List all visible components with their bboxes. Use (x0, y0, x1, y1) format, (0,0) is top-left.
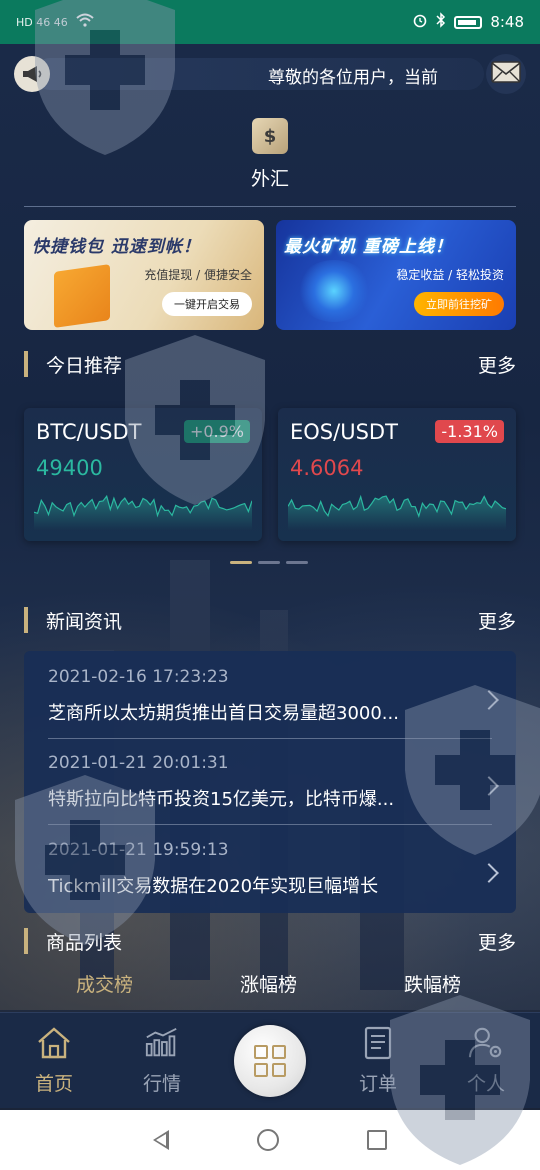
last-price: 4.6064 (290, 456, 364, 480)
wifi-icon (76, 13, 94, 31)
carousel-dot[interactable] (286, 561, 308, 564)
grid-icon (254, 1045, 286, 1077)
chevron-right-icon (479, 776, 499, 796)
home-circle-icon[interactable] (257, 1129, 279, 1151)
recommend-more-link[interactable]: 更多 (478, 351, 516, 378)
section-accent-bar (24, 607, 28, 633)
nav-order[interactable]: 订单 (338, 1025, 418, 1096)
market-icon (144, 1025, 180, 1061)
center-menu-button[interactable] (234, 1025, 306, 1097)
carousel-dot[interactable] (230, 561, 252, 564)
sparkline (288, 494, 506, 530)
news-item[interactable]: 2021-02-16 17:23:23 芝商所以太坊期货推出首日交易量超3000… (48, 653, 499, 739)
alarm-icon (412, 12, 428, 32)
notice-bar[interactable]: 尊敬的各位用户，当前 (14, 54, 526, 94)
chevron-right-icon (479, 863, 499, 883)
divider (24, 206, 516, 207)
banner-title: 最火矿机 重磅上线！ (284, 237, 453, 257)
news-time: 2021-02-16 17:23:23 (48, 667, 229, 687)
go-mining-button[interactable]: 立即前往挖矿 (414, 292, 504, 316)
wallet-banner[interactable]: 快捷钱包 迅速到帐！ 充值提现 / 便捷安全 一键开启交易 (24, 220, 264, 330)
chevron-right-icon (479, 690, 499, 710)
gold-cube-illustration (54, 264, 110, 328)
start-trading-button[interactable]: 一键开启交易 (162, 292, 252, 316)
mining-banner[interactable]: 最火矿机 重磅上线！ 稳定收益 / 轻松投资 立即前往挖矿 (276, 220, 516, 330)
recommend-header: 今日推荐 更多 (24, 349, 516, 379)
products-more-link[interactable]: 更多 (478, 928, 516, 955)
carousel-indicator[interactable] (230, 561, 308, 564)
section-accent-bar (24, 351, 28, 377)
currency-exchange-icon: $ (252, 118, 288, 154)
news-headline: 芝商所以太坊期货推出首日交易量超3000... (48, 703, 399, 724)
tab-losers[interactable]: 跌幅榜 (404, 970, 461, 997)
news-item[interactable]: 2021-01-21 19:59:13 Tickmill交易数据在2020年实现… (48, 826, 499, 912)
mining-illustration (296, 260, 372, 322)
carousel-dot[interactable] (258, 561, 280, 564)
mail-button[interactable] (486, 54, 526, 94)
order-icon (360, 1025, 396, 1061)
notice-text: 尊敬的各位用户，当前 (268, 68, 438, 88)
market-card-eos[interactable]: EOS/USDT -1.31% 4.6064 (278, 408, 516, 541)
bottom-navigation: 首页 行情 订单 个人 (0, 1012, 540, 1108)
news-headline: 特斯拉向比特币投资15亿美元，比特币爆... (48, 789, 395, 810)
pair-name: EOS/USDT (290, 420, 398, 444)
news-item[interactable]: 2021-01-21 20:01:31 特斯拉向比特币投资15亿美元，比特币爆.… (48, 739, 499, 825)
recommend-title: 今日推荐 (46, 354, 123, 377)
battery-icon (454, 15, 483, 29)
section-accent-bar (24, 928, 28, 954)
section-title: 商品列表 (24, 928, 122, 955)
news-title: 新闻资讯 (46, 610, 123, 633)
tab-gainers[interactable]: 涨幅榜 (240, 970, 297, 997)
home-icon (36, 1025, 72, 1061)
change-badge: +0.9% (183, 420, 250, 443)
forex-shortcut[interactable]: $ 外汇 (0, 118, 540, 191)
nav-home[interactable]: 首页 (14, 1025, 94, 1096)
section-title: 新闻资讯 (24, 607, 122, 634)
nav-market[interactable]: 行情 (122, 1025, 202, 1096)
news-more-link[interactable]: 更多 (478, 607, 516, 634)
banner-title: 快捷钱包 迅速到帐！ (32, 237, 201, 257)
nav-profile[interactable]: 个人 (446, 1025, 526, 1096)
section-title: 今日推荐 (24, 351, 122, 378)
network-indicators: HD 46 46 (16, 15, 68, 29)
last-price: 49400 (36, 456, 103, 480)
pair-name: BTC/USDT (36, 420, 142, 444)
products-header: 商品列表 更多 (24, 926, 516, 956)
forex-label: 外汇 (250, 168, 289, 190)
products-title: 商品列表 (46, 931, 123, 954)
news-header: 新闻资讯 更多 (24, 605, 516, 635)
bluetooth-icon (436, 12, 446, 32)
banner-subtitle: 充值提现 / 便捷安全 (144, 268, 252, 282)
banner-subtitle: 稳定收益 / 轻松投资 (396, 268, 504, 282)
nav-label: 首页 (34, 1073, 73, 1095)
nav-label: 订单 (358, 1073, 397, 1095)
clock-time: 8:48 (490, 13, 524, 31)
news-headline: Tickmill交易数据在2020年实现巨幅增长 (48, 876, 379, 897)
tab-volume[interactable]: 成交榜 (76, 970, 133, 997)
news-time: 2021-01-21 19:59:13 (48, 840, 229, 860)
nav-label: 个人 (466, 1073, 505, 1095)
change-badge: -1.31% (435, 420, 504, 443)
megaphone-icon (14, 56, 50, 92)
recent-apps-icon[interactable] (367, 1130, 387, 1150)
news-list: 2021-02-16 17:23:23 芝商所以太坊期货推出首日交易量超3000… (24, 651, 516, 913)
news-time: 2021-01-21 20:01:31 (48, 753, 229, 773)
product-ranking-tabs: 成交榜 涨幅榜 跌幅榜 (24, 970, 516, 1002)
user-settings-icon (468, 1025, 504, 1061)
divider (48, 824, 492, 825)
back-icon[interactable] (153, 1130, 169, 1150)
market-card-btc[interactable]: BTC/USDT +0.9% 49400 (24, 408, 262, 541)
status-bar: HD 46 46 8:48 (0, 0, 540, 44)
mail-icon (491, 61, 521, 87)
sparkline (34, 494, 252, 530)
nav-label: 行情 (142, 1073, 181, 1095)
system-navigation-bar (0, 1110, 540, 1170)
